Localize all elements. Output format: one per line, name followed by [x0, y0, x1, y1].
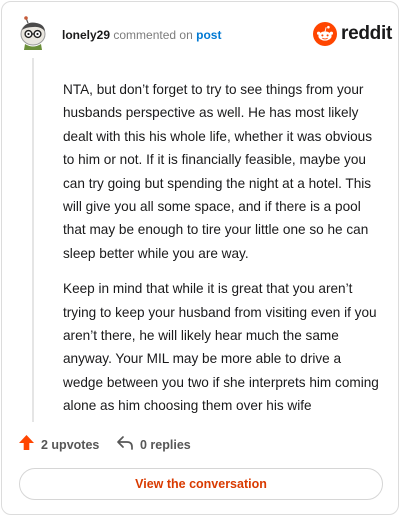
thread-line [32, 58, 34, 422]
byline-verb: commented on [113, 28, 193, 42]
comment-header: lonely29 commented on post reddit [2, 2, 400, 66]
comment-paragraph: NTA, but don’t forget to try to see thin… [63, 82, 373, 261]
reddit-wordmark: reddit [341, 23, 392, 44]
upvote-count: 2 upvotes [41, 438, 100, 452]
reply-button[interactable]: 0 replies [116, 434, 191, 456]
comment-card: lonely29 commented on post reddit NTA, b… [1, 1, 399, 515]
post-link[interactable]: post [196, 28, 221, 42]
user-avatar[interactable] [16, 16, 50, 50]
comment-paragraph: Keep in mind that while it is great that… [63, 281, 379, 414]
upvote-arrow-icon [18, 434, 35, 456]
view-conversation-button[interactable]: View the conversation [19, 468, 383, 500]
upvote-button[interactable]: 2 upvotes [18, 434, 99, 456]
comment-body: NTA, but don’t forget to try to see thin… [63, 78, 383, 430]
username-link[interactable]: lonely29 [62, 28, 110, 42]
comment-byline: lonely29 commented on post [62, 27, 221, 43]
reply-arrow-icon [116, 435, 134, 456]
reddit-logo-icon [313, 22, 337, 46]
reply-count: 0 replies [140, 438, 191, 452]
comment-actions: 2 upvotes 0 replies [18, 434, 378, 456]
